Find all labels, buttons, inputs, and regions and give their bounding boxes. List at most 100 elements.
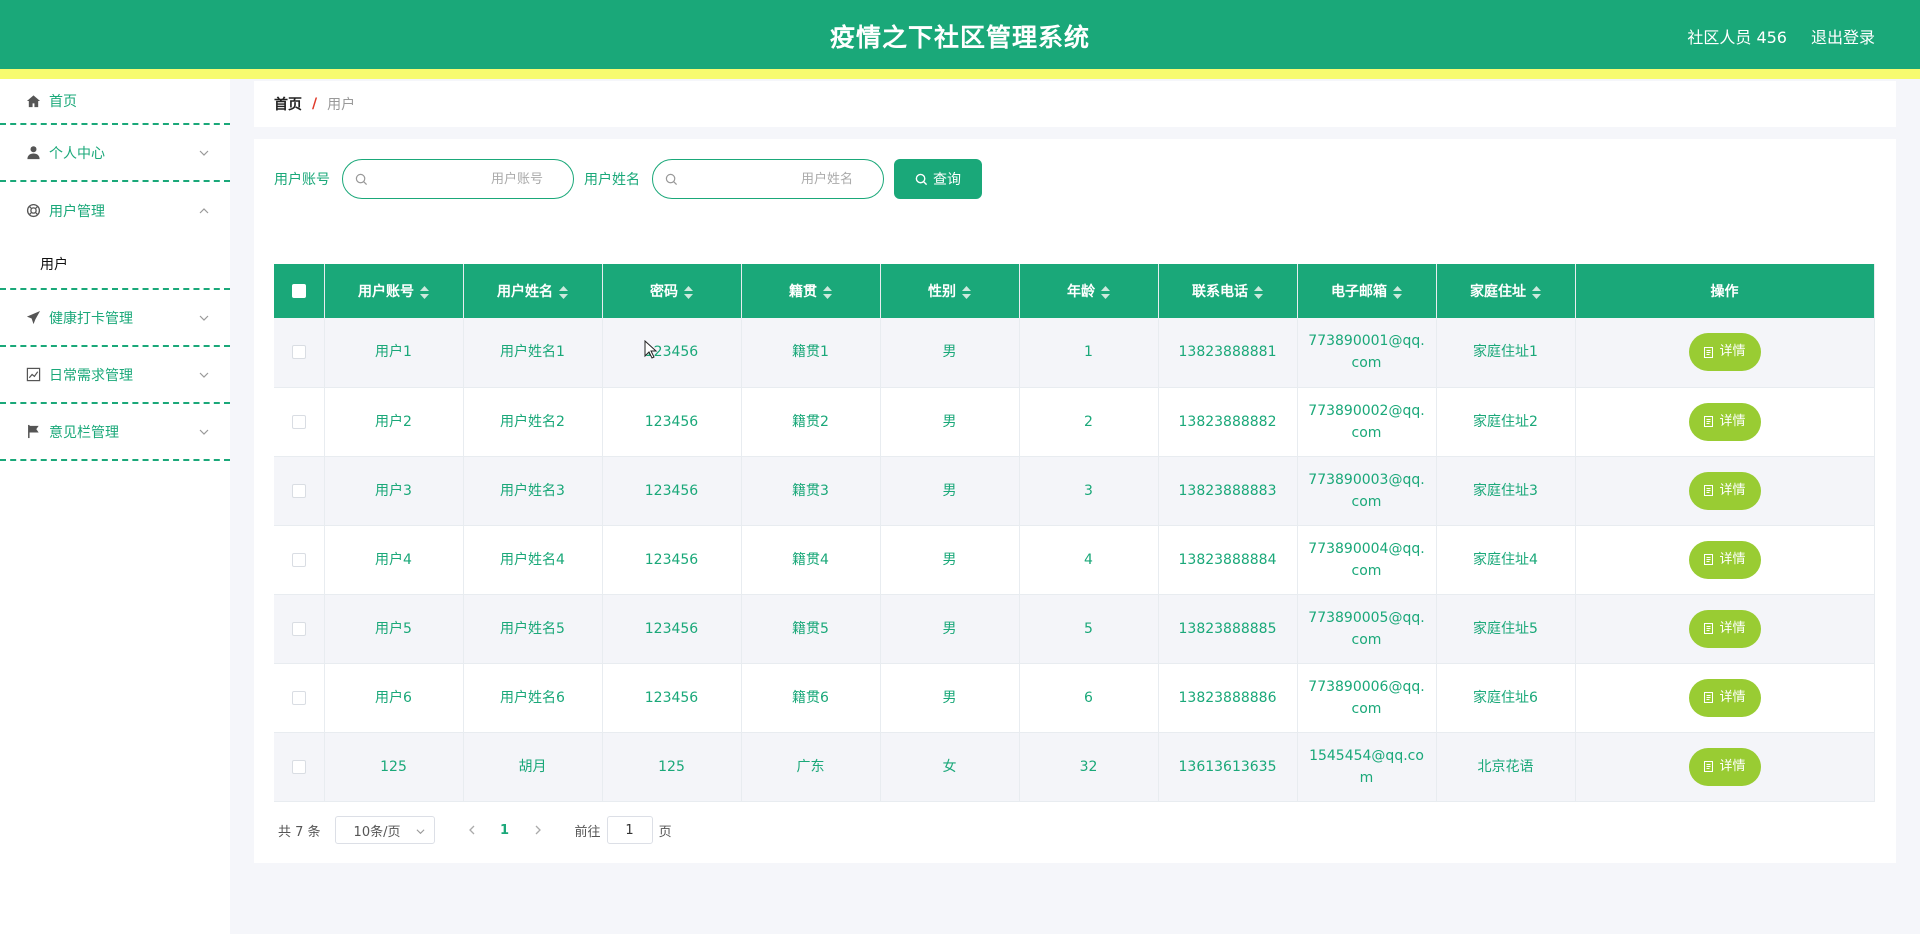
cell-email: 773890006@qq.com <box>1297 663 1437 733</box>
document-icon <box>1704 692 1714 703</box>
row-select-cell <box>274 387 325 457</box>
cell-phone: 13823888882 <box>1158 387 1298 457</box>
sidebar-item-label: 个人中心 <box>49 145 105 162</box>
sidebar-item-label: 日常需求管理 <box>49 367 133 384</box>
column-header[interactable]: 联系电话 <box>1158 264 1298 318</box>
cell-account: 用户3 <box>324 456 464 526</box>
main-panel: 用户账号 用户姓名 查询 用户账号 用户姓名 密码 籍贯 性别 <box>254 139 1896 863</box>
detail-button[interactable]: 详情 <box>1688 678 1761 717</box>
cell-name: 用户姓名5 <box>463 594 603 664</box>
cell-phone: 13823888885 <box>1158 594 1298 664</box>
row-checkbox[interactable] <box>291 483 306 498</box>
cell-address: 家庭住址6 <box>1436 663 1576 733</box>
detail-button[interactable]: 详情 <box>1688 402 1761 441</box>
detail-button[interactable]: 详情 <box>1688 540 1761 579</box>
cell-address: 北京花语 <box>1436 732 1576 802</box>
page-number-current[interactable]: 1 <box>487 823 523 838</box>
sort-icon <box>823 285 832 299</box>
cell-password: 123456 <box>602 456 742 526</box>
cell-email: 1545454@qq.com <box>1297 732 1437 802</box>
account-search-input[interactable] <box>343 160 573 198</box>
detail-button[interactable]: 详情 <box>1688 333 1761 372</box>
app-header: 疫情之下社区管理系统 社区人员 456 退出登录 <box>0 0 1920 69</box>
row-select-cell <box>274 663 325 733</box>
send-icon <box>25 310 41 326</box>
cell-origin: 籍贯6 <box>741 663 881 733</box>
row-checkbox[interactable] <box>291 552 306 567</box>
account-label: 用户账号 <box>274 172 330 188</box>
detail-button[interactable]: 详情 <box>1688 747 1761 786</box>
logout-button[interactable]: 退出登录 <box>1811 24 1875 48</box>
sidebar-item-feedback[interactable]: 意见栏管理 <box>0 404 230 461</box>
sidebar-item-user-management[interactable]: 用户管理 <box>0 182 230 239</box>
chevron-right-icon <box>535 825 541 835</box>
column-header[interactable]: 家庭住址 <box>1436 264 1576 318</box>
account-search-field <box>342 159 574 199</box>
cell-name: 胡月 <box>463 732 603 802</box>
sidebar-item-health-checkin[interactable]: 健康打卡管理 <box>0 290 230 347</box>
row-checkbox[interactable] <box>291 621 306 636</box>
sidebar-item-home[interactable]: 首页 <box>0 79 230 125</box>
search-bar: 用户账号 用户姓名 查询 <box>274 159 982 199</box>
name-search-input[interactable] <box>653 160 883 198</box>
sort-icon <box>1254 285 1263 299</box>
sidebar-item-personal-center[interactable]: 个人中心 <box>0 125 230 182</box>
cell-password: 123456 <box>602 525 742 595</box>
sort-icon <box>1101 285 1110 299</box>
document-icon <box>1704 623 1714 634</box>
cell-address: 家庭住址1 <box>1436 318 1576 388</box>
sort-icon <box>559 285 568 299</box>
cell-age: 32 <box>1019 732 1159 802</box>
row-select-cell <box>274 456 325 526</box>
column-header[interactable]: 用户账号 <box>324 264 464 318</box>
row-select-cell <box>274 594 325 664</box>
detail-button[interactable]: 详情 <box>1688 609 1761 648</box>
row-checkbox[interactable] <box>291 759 306 774</box>
cell-password: 123456 <box>602 387 742 457</box>
document-icon <box>1704 346 1714 358</box>
cell-origin: 广东 <box>741 732 881 802</box>
sidebar-subitem-users[interactable]: 用户 <box>0 239 230 290</box>
header-stripe <box>0 69 1920 79</box>
column-header[interactable]: 年龄 <box>1019 264 1159 318</box>
detail-button[interactable]: 详情 <box>1688 471 1761 510</box>
cell-phone: 13823888883 <box>1158 456 1298 526</box>
table-row: 用户3 用户姓名3 123456 籍贯3 男 3 13823888883 773890003@… <box>274 456 1875 526</box>
row-checkbox[interactable] <box>291 345 306 360</box>
column-header[interactable]: 密码 <box>602 264 742 318</box>
page-size-select[interactable]: 10条/页 <box>334 816 435 844</box>
cell-actions: 详情 <box>1575 318 1875 388</box>
breadcrumb: 首页 / 用户 <box>254 81 1896 127</box>
cell-email: 773890001@qq.com <box>1297 318 1437 388</box>
column-header[interactable]: 性别 <box>880 264 1020 318</box>
row-checkbox[interactable] <box>291 414 306 429</box>
cell-origin: 籍贯4 <box>741 525 881 595</box>
column-header[interactable]: 用户姓名 <box>463 264 603 318</box>
query-button-label: 查询 <box>933 172 961 188</box>
goto-page-input[interactable] <box>606 816 653 844</box>
column-header[interactable]: 籍贯 <box>741 264 881 318</box>
chevron-down-icon <box>199 150 209 156</box>
query-button[interactable]: 查询 <box>894 159 982 199</box>
pagination: 共 7 条 10条/页 1 前往 页 <box>278 816 672 844</box>
page-size-value: 10条/页 <box>353 824 401 840</box>
cell-email: 773890002@qq.com <box>1297 387 1437 457</box>
cell-origin: 籍贯2 <box>741 387 881 457</box>
cell-actions: 详情 <box>1575 732 1875 802</box>
column-header[interactable]: 电子邮箱 <box>1297 264 1437 318</box>
chevron-up-icon <box>199 207 209 213</box>
breadcrumb-home[interactable]: 首页 <box>274 94 302 114</box>
cell-gender: 男 <box>880 663 1020 733</box>
sidebar-item-label: 用户管理 <box>49 203 105 220</box>
sidebar: 首页 个人中心 用户管理 用户 健康打卡管理 日常需求管理 意见栏管理 <box>0 79 230 934</box>
select-all-checkbox[interactable] <box>291 284 306 298</box>
sidebar-item-daily-needs[interactable]: 日常需求管理 <box>0 347 230 404</box>
row-checkbox[interactable] <box>291 690 306 705</box>
cell-age: 3 <box>1019 456 1159 526</box>
name-label: 用户姓名 <box>584 172 640 188</box>
cell-phone: 13823888881 <box>1158 318 1298 388</box>
cell-password: 123456 <box>602 663 742 733</box>
next-page-button[interactable] <box>523 816 553 844</box>
cell-password: 125 <box>602 732 742 802</box>
prev-page-button[interactable] <box>457 816 487 844</box>
